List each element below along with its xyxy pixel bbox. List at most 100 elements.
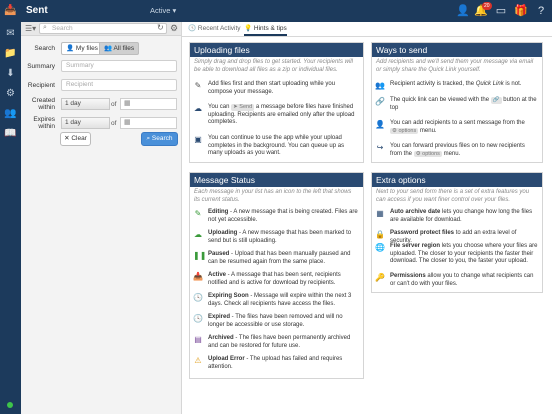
summary-label: Summary xyxy=(27,63,55,70)
search-button[interactable]: ⌕ Search xyxy=(141,132,178,146)
list-item: 🕓 Expired - The files have been removed … xyxy=(190,314,363,330)
top-bar: Sent Active ▾ 👤 🔔 20 ▭ 🎁 ? xyxy=(0,0,552,22)
left-rail: 📥 ✉ 📁 ⬇ ⚙ 👥 📖 xyxy=(0,0,21,414)
card-subtitle: Each message in your list has an icon to… xyxy=(194,189,352,203)
online-status-dot xyxy=(7,402,13,408)
status-name: Archived xyxy=(208,335,234,341)
option-text: Auto archive date lets you change how lo… xyxy=(390,209,538,224)
link-chip: 🔗 xyxy=(490,97,502,104)
status-text: Uploading - A new message that has been … xyxy=(208,230,359,245)
search-input[interactable]: Search xyxy=(39,23,167,34)
summary-input[interactable]: Summary xyxy=(61,60,177,72)
tip-text: The quick link can be viewed with the 🔗 … xyxy=(390,97,538,112)
status-name: Upload Error xyxy=(208,356,245,362)
all-files-toggle[interactable]: 👥 All files xyxy=(99,42,140,55)
cloud-upload-icon: ☁ xyxy=(194,104,202,113)
warning-icon: ⚠ xyxy=(194,356,202,365)
options-chip-label: options xyxy=(422,150,440,157)
refresh-icon[interactable]: ↻ xyxy=(157,23,164,32)
search-scope-label: Search xyxy=(34,45,55,52)
clear-button-label: Clear xyxy=(71,135,87,142)
list-item: ⚠ Upload Error - The upload has failed a… xyxy=(190,356,363,372)
created-date-input[interactable]: ▦ xyxy=(120,98,177,110)
tip-text-post: menu. xyxy=(443,150,461,157)
status-name: Active xyxy=(208,272,227,278)
expires-label: Expires xyxy=(33,116,55,123)
gift-icon[interactable]: 🎁 xyxy=(514,4,528,18)
created-range-select[interactable]: 1 day xyxy=(61,98,110,110)
search-icon: ⌕ xyxy=(43,24,47,31)
tip-text-post: menu. xyxy=(419,127,437,134)
my-files-toggle[interactable]: 👤 My files xyxy=(61,42,103,55)
option-text: Permissions allow you to change what rec… xyxy=(390,273,538,288)
clear-button[interactable]: ✕ Clear xyxy=(60,132,91,146)
book-icon[interactable]: 📖 xyxy=(3,126,18,141)
expires-range-value: 1 day xyxy=(65,119,81,126)
option-name: Password protect files xyxy=(390,230,455,236)
send-chip-label: Send xyxy=(239,104,253,110)
folder-icon[interactable]: 📁 xyxy=(3,46,18,61)
expires-label-within: within xyxy=(38,123,55,130)
card-title: Ways to send xyxy=(372,43,542,57)
list-item: 🔒 Password protect files to add an extra… xyxy=(372,230,542,244)
inbox-icon[interactable]: 📥 xyxy=(3,3,18,18)
recipient-input[interactable]: Recipient xyxy=(61,79,177,91)
status-text: Paused - Upload that has been manually p… xyxy=(208,251,359,266)
status-text: Expired - The files have been removed an… xyxy=(208,314,359,329)
people-icon: 👥 xyxy=(375,81,385,90)
card-subtitle: Next to your send form there is a set of… xyxy=(376,189,530,203)
ways-to-send-card: Ways to send Add recipients and we'll se… xyxy=(371,42,543,163)
monitor-icon[interactable]: ▭ xyxy=(494,4,508,18)
status-description: - A new message that is being created. F… xyxy=(208,209,358,223)
list-item: 🔗 The quick link can be viewed with the … xyxy=(372,97,542,115)
status-name: Paused xyxy=(208,251,230,257)
pause-icon: ❚❚ xyxy=(193,251,207,260)
list-item: 👥 Recipient activity is tracked, the Qui… xyxy=(372,81,542,91)
all-files-label: All files xyxy=(113,45,135,52)
tab-recent-activity[interactable]: 🕓 Recent Activity xyxy=(188,24,241,32)
edit-icon: ✎ xyxy=(194,209,202,218)
archive-icon: ▤ xyxy=(194,335,202,344)
panel-toolbar: ☰▾ Search ⌕ ↻ ⚙ xyxy=(21,22,181,36)
list-item: ☁ You can ➤ Send a message before files … xyxy=(190,104,363,128)
card-subtitle: Simply drag and drop files to get starte… xyxy=(194,59,353,73)
tip-text: You can ➤ Send a message before files ha… xyxy=(208,104,359,127)
status-filter-dropdown[interactable]: Active ▾ xyxy=(150,6,176,15)
cloud-upload-icon: ☁ xyxy=(194,230,202,239)
card-title: Uploading files xyxy=(190,43,363,57)
list-item: ✎ Add files first and then start uploadi… xyxy=(190,81,363,99)
gear-icon[interactable]: ⚙ xyxy=(170,23,178,34)
tab-hints-label: Hints & tips xyxy=(253,25,287,32)
sent-icon[interactable]: ✉ xyxy=(3,26,18,41)
created-label-within: within xyxy=(38,104,55,111)
user-icon[interactable]: 👤 xyxy=(456,4,470,18)
list-item: 📥 Active - A message that has been sent,… xyxy=(190,272,363,288)
inbox-icon: 📥 xyxy=(193,272,203,281)
options-chip-label: options xyxy=(398,127,417,134)
tab-hints-tips[interactable]: 💡 Hints & tips xyxy=(244,24,287,36)
expires-of-label: of xyxy=(111,120,117,127)
status-text: Archived - The files have been permanent… xyxy=(208,335,359,350)
notification-badge: 20 xyxy=(482,2,492,10)
option-name: Auto archive date xyxy=(390,209,441,215)
created-range-value: 1 day xyxy=(65,100,81,107)
expires-range-select[interactable]: 1 day xyxy=(61,117,110,129)
status-name: Expired xyxy=(208,314,231,320)
list-options-icon[interactable]: ☰▾ xyxy=(25,24,36,33)
contacts-icon[interactable]: 👥 xyxy=(3,106,18,121)
clock-icon: 🕓 xyxy=(193,293,203,302)
tip-text: Add files first and then start uploading… xyxy=(208,81,336,95)
settings-icon[interactable]: ⚙ xyxy=(3,86,18,101)
window-icon: ▣ xyxy=(194,135,202,144)
card-subtitle: Add recipients and we'll send them your … xyxy=(376,59,534,73)
expires-date-input[interactable]: ▦ xyxy=(120,117,177,129)
tip-text-post: a message before files have finished upl… xyxy=(208,104,355,125)
option-text: File server region lets you choose where… xyxy=(390,243,538,266)
option-name: Permissions xyxy=(390,273,426,279)
tip-text: You can forward previous files on to new… xyxy=(390,143,538,158)
download-icon[interactable]: ⬇ xyxy=(3,66,18,81)
add-user-icon: 👤 xyxy=(375,120,385,129)
help-icon[interactable]: ? xyxy=(534,4,548,18)
status-description: - Upload that has been manually paused a… xyxy=(208,251,351,265)
list-item: 🌐 File server region lets you choose whe… xyxy=(372,243,542,267)
